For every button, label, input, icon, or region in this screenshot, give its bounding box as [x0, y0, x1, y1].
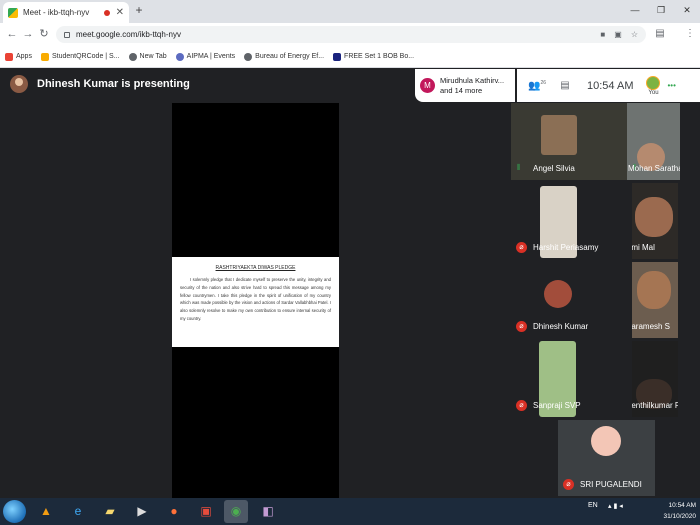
translate-icon[interactable]: ▣: [614, 30, 622, 39]
participant-name: SRI PUGALENDI: [580, 480, 642, 489]
participant-tile[interactable]: ⌀ SRI PUGALENDI: [558, 420, 655, 496]
participant-name: Sanpraji SVP: [533, 401, 581, 410]
participant-name: Paramesh S: [632, 322, 671, 331]
language-indicator[interactable]: EN: [588, 502, 598, 509]
participant-name: Harshit Periasamy: [533, 243, 599, 252]
participant-avatar: M: [420, 78, 435, 93]
participant-name: Emi Mal: [632, 243, 655, 252]
new-tab-button[interactable]: +: [132, 4, 146, 18]
participant-tile[interactable]: ⌀ Harshit Periasamy: [511, 183, 629, 259]
aipma-icon: [175, 52, 184, 61]
slide-title: RASHTRIYAEKTA DIWAS PLEDGE: [215, 265, 296, 271]
participant-tile[interactable]: ⌀ Senthilkumar P: [632, 341, 678, 417]
chrome-icon[interactable]: ◉: [224, 500, 248, 523]
minimize-icon[interactable]: —: [622, 0, 648, 23]
participant-name: Mohan Saratha: [628, 164, 680, 173]
video-feed: [635, 197, 673, 237]
tab-close-icon[interactable]: ✕: [116, 7, 124, 18]
people-icon: 👥: [527, 80, 541, 92]
self-avatar: [646, 75, 661, 90]
presenter-avatar: [10, 75, 28, 93]
bookmark-star-icon[interactable]: ☆: [631, 30, 638, 39]
participant-name: Dhinesh Kumar: [533, 322, 589, 331]
screen: Meet - ikb-ttqh-nyv ✕ + — ❐ ✕ ← → ↻ meet…: [0, 0, 700, 525]
participant-tile[interactable]: ⌀ Emi Mal: [632, 183, 678, 259]
more-dots-icon[interactable]: •••: [667, 81, 675, 90]
bookmark-aipma[interactable]: AIPMA | Events: [175, 52, 235, 61]
mic-off-icon: ⌀: [516, 400, 527, 411]
back-arrow-icon[interactable]: ←: [5, 27, 19, 41]
globe-icon: [128, 52, 137, 61]
presentation-view: RASHTRIYAEKTA DIWAS PLEDGE I solemnly pl…: [172, 103, 339, 498]
meet-clock: 10:54 AM: [587, 79, 634, 92]
media-player-icon[interactable]: ▶: [130, 500, 154, 523]
video-feed: [541, 115, 577, 155]
participant-photo: [544, 280, 572, 308]
participant-info-card[interactable]: M Mirudhula Kathirv... and 14 more: [415, 69, 515, 102]
onenote-icon[interactable]: ◧: [256, 500, 280, 523]
participant-name: Senthilkumar P: [632, 401, 678, 410]
ie-icon[interactable]: e: [66, 500, 90, 523]
bookmark-newtab[interactable]: New Tab: [128, 52, 167, 61]
apps-icon: [5, 52, 13, 61]
browser-tab-meet[interactable]: Meet - ikb-ttqh-nyv ✕: [3, 2, 129, 23]
mic-off-icon: ⌀: [516, 321, 527, 332]
qr-icon: [40, 52, 49, 61]
meet-call-area: Dhinesh Kumar is presenting M Mirudhula …: [0, 68, 700, 498]
presenter-text: Dhinesh Kumar is presenting: [37, 78, 190, 90]
presenter-bar: Dhinesh Kumar is presenting: [10, 75, 190, 93]
lock-icon: [64, 31, 70, 38]
meet-favicon-icon: [8, 7, 18, 18]
bookmark-studentqr[interactable]: StudentQRCode | S...: [40, 52, 120, 61]
participant-photo: [591, 426, 621, 456]
video-feed: [637, 271, 671, 309]
browser-toolbar: ← → ↻ meet.google.com/ikb-ttqh-nyv ■ ▣ ☆…: [0, 23, 700, 46]
bob-icon: [333, 52, 342, 61]
participant-name: Angel Silvia: [533, 164, 575, 173]
participant-tile[interactable]: ⦀ Angel Silvia: [511, 103, 629, 180]
mic-off-icon: ⌀: [516, 242, 527, 253]
tab-title: Meet - ikb-ttqh-nyv: [23, 8, 90, 17]
pledge-slide: RASHTRIYAEKTA DIWAS PLEDGE I solemnly pl…: [172, 257, 339, 347]
speaking-icon: ⦀: [517, 163, 521, 172]
address-bar[interactable]: meet.google.com/ikb-ttqh-nyv ■ ▣ ☆: [56, 26, 646, 43]
participant-tile[interactable]: ⦀ Mohan Saratha: [627, 103, 680, 180]
firefox-icon[interactable]: ●: [162, 500, 186, 523]
windows-taskbar: ▲ e ▰ ▶ ● ▣ ◉ ◧ EN ▴ ▮ ◂ 10:54 AM 31/10/…: [0, 498, 700, 525]
globe-icon: [244, 52, 253, 61]
chat-icon: ▤: [560, 80, 570, 91]
slide-body: I solemnly pledge that I dedicate myself…: [180, 277, 331, 321]
maximize-icon[interactable]: ❐: [648, 0, 674, 23]
participant-info-text: Mirudhula Kathirv... and 14 more: [440, 75, 505, 95]
bookmark-bob[interactable]: FREE Set 1 BOB Bo...: [333, 52, 414, 61]
app-icon[interactable]: ▣: [194, 500, 218, 523]
extension-icon[interactable]: ▤: [653, 27, 667, 41]
self-label: You: [648, 89, 659, 96]
camera-icon[interactable]: ■: [600, 30, 605, 39]
browser-tab-strip: Meet - ikb-ttqh-nyv ✕ + — ❐ ✕: [0, 0, 700, 23]
chat-button[interactable]: ▤: [551, 80, 579, 91]
close-window-icon[interactable]: ✕: [674, 0, 700, 23]
menu-dots-icon[interactable]: ⋮: [683, 27, 697, 41]
tray-icons[interactable]: ▴ ▮ ◂: [608, 502, 623, 510]
folder-icon[interactable]: ▰: [98, 500, 122, 523]
url-text[interactable]: meet.google.com/ikb-ttqh-nyv: [76, 30, 591, 39]
participant-tile[interactable]: ⌀ Paramesh S: [632, 262, 678, 338]
bookmark-bureau[interactable]: Bureau of Energy Ef...: [244, 52, 324, 61]
mic-off-icon: ⌀: [563, 479, 574, 490]
self-tile[interactable]: You: [643, 75, 663, 96]
participant-tile[interactable]: ⌀ Sanpraji SVP: [511, 341, 629, 417]
meet-top-controls: 👥26 ▤ 10:54 AM You •••: [517, 69, 700, 102]
people-button[interactable]: 👥26: [523, 80, 551, 91]
recording-dot-icon: [103, 9, 110, 16]
taskbar-clock[interactable]: 10:54 AM 31/10/2020: [648, 500, 696, 522]
participant-count: 26: [540, 79, 546, 86]
vlc-icon[interactable]: ▲: [34, 500, 58, 523]
reload-icon[interactable]: ↻: [37, 27, 51, 41]
forward-arrow-icon[interactable]: →: [21, 27, 35, 41]
start-button-icon[interactable]: [3, 500, 26, 523]
bookmark-apps[interactable]: Apps: [5, 52, 32, 61]
participant-tile[interactable]: ⌀ Dhinesh Kumar: [511, 262, 629, 338]
bookmarks-bar: Apps StudentQRCode | S... New Tab AIPMA …: [0, 46, 700, 68]
